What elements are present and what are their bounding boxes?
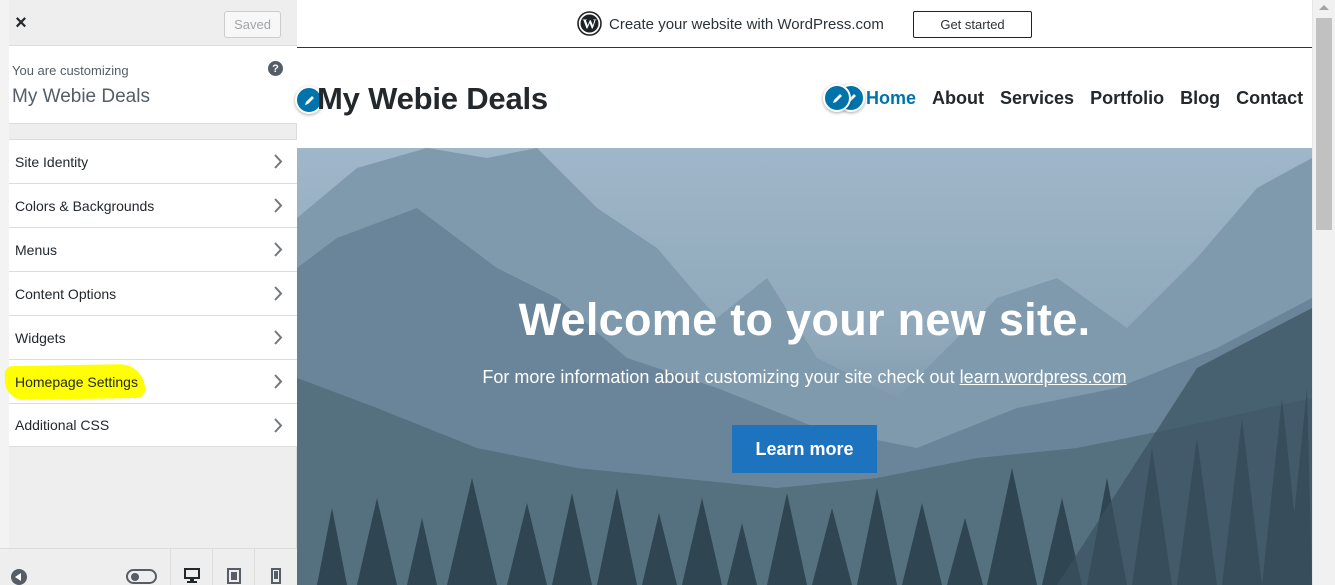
desktop-icon [184, 568, 200, 583]
hero-title: Welcome to your new site. [518, 294, 1091, 345]
customizer-header: × Saved [9, 0, 297, 46]
chevron-right-icon [274, 154, 283, 169]
chevron-right-icon [274, 242, 283, 257]
learn-wordpress-link[interactable]: learn.wordpress.com [960, 367, 1127, 387]
hero-subtitle: For more information about customizing y… [297, 367, 1312, 388]
panel-content-options[interactable]: Content Options [9, 271, 297, 315]
preview-scrollbar[interactable] [1312, 0, 1335, 585]
panel-label: Widgets [15, 329, 66, 346]
wpcom-banner: W Create your website with WordPress.com… [297, 0, 1312, 48]
chevron-right-icon [274, 198, 283, 213]
sidebar-edge [0, 0, 9, 585]
nav-blog[interactable]: Blog [1180, 88, 1220, 109]
tablet-icon [227, 568, 241, 584]
toggle-icon[interactable] [126, 569, 157, 584]
banner-text: Create your website with WordPress.com [609, 16, 884, 33]
panel-label: Content Options [15, 285, 117, 302]
customizer-info: You are customizing My Webie Deals ? [9, 46, 297, 124]
customizing-label: You are customizing [12, 63, 129, 78]
learn-more-button[interactable]: Learn more [732, 425, 877, 473]
site-title[interactable]: My Webie Deals [317, 81, 548, 117]
customizing-site-name: My Webie Deals [12, 86, 150, 107]
mobile-icon [271, 568, 281, 584]
close-icon[interactable]: × [9, 0, 33, 46]
panel-label: Additional CSS [15, 417, 110, 433]
mobile-preview-button[interactable] [254, 549, 297, 585]
saved-button[interactable]: Saved [224, 11, 281, 38]
hero-section: Welcome to your new site. For more infor… [297, 148, 1312, 585]
panel-label: Site Identity [15, 153, 89, 170]
panel-label: Menus [15, 241, 58, 258]
nav-services[interactable]: Services [1000, 88, 1074, 109]
highlighted-label: Homepage Settings [4, 363, 146, 400]
help-icon[interactable]: ? [268, 61, 283, 76]
hero-subtitle-text: For more information about customizing y… [482, 367, 960, 387]
get-started-button[interactable]: Get started [913, 11, 1032, 38]
scroll-up-arrow-icon[interactable] [1319, 5, 1329, 10]
customizer-footer [0, 548, 297, 585]
panel-homepage-settings[interactable]: Homepage Settings [4, 359, 297, 403]
nav-portfolio[interactable]: Portfolio [1090, 88, 1164, 109]
panel-site-identity[interactable]: Site Identity [9, 139, 297, 183]
panel-colors-backgrounds[interactable]: Colors & Backgrounds [9, 183, 297, 227]
nav-home[interactable]: Home [866, 88, 916, 109]
collapse-icon[interactable] [11, 569, 27, 585]
panel-label: Colors & Backgrounds [15, 197, 155, 214]
edit-pencil-icon[interactable] [823, 84, 851, 112]
tablet-preview-button[interactable] [212, 549, 254, 585]
panel-menus[interactable]: Menus [9, 227, 297, 271]
svg-text:W: W [583, 18, 597, 33]
nav-contact[interactable]: Contact [1236, 88, 1303, 109]
nav-about[interactable]: About [932, 88, 984, 109]
panel-additional-css[interactable]: Additional CSS [9, 403, 297, 447]
desktop-preview-button[interactable] [170, 549, 212, 585]
chevron-right-icon [274, 374, 283, 389]
customizer-sidebar: × Saved You are customizing My Webie Dea… [0, 0, 297, 585]
wordpress-logo-icon: W [577, 11, 602, 36]
site-preview: W Create your website with WordPress.com… [295, 0, 1312, 585]
customizer-panel-list: Site Identity Colors & Backgrounds Menus… [4, 139, 297, 447]
chevron-right-icon [274, 330, 283, 345]
site-navigation: Home About Services Portfolio Blog Conta… [866, 88, 1303, 109]
site-header: My Webie Deals Home About Services Portf… [295, 49, 1312, 148]
chevron-right-icon [274, 418, 283, 433]
panel-label: Homepage Settings [15, 373, 138, 390]
scroll-thumb[interactable] [1316, 18, 1332, 230]
chevron-right-icon [274, 286, 283, 301]
panel-widgets[interactable]: Widgets [9, 315, 297, 359]
